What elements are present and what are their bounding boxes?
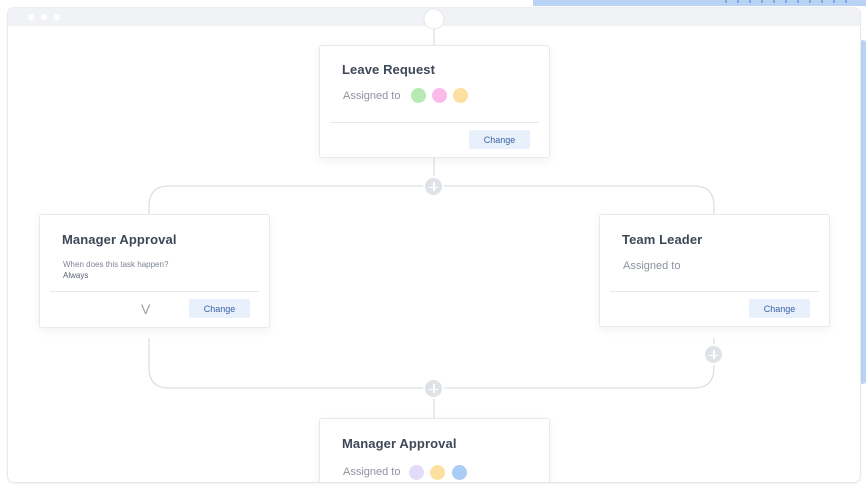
condition-question: When does this task happen? (63, 260, 169, 269)
card-title: Leave Request (342, 62, 436, 77)
app-window: Leave Request Assigned to Change Manager… (8, 8, 860, 482)
assigned-label: Assigned to (343, 466, 401, 478)
top-accent-dots (722, 0, 866, 4)
card-divider (610, 291, 819, 292)
team-leader-card[interactable]: Team Leader Assigned to Change (599, 214, 830, 327)
card-title: Team Leader (622, 232, 703, 247)
scrollbar[interactable] (860, 40, 866, 384)
card-divider (50, 291, 259, 292)
avatar (430, 465, 445, 480)
card-title: Manager Approval (342, 436, 457, 451)
avatar (411, 88, 426, 103)
top-partial-plus-icon (423, 8, 445, 30)
avatar (453, 88, 468, 103)
assigned-label: Assigned to (343, 90, 401, 102)
change-button[interactable]: Change (749, 299, 810, 318)
card-title: Manager Approval (62, 232, 177, 247)
condition-answer: Always (63, 271, 89, 280)
assigned-label: Assigned to (623, 260, 681, 272)
add-step-plus-icon[interactable] (703, 344, 724, 365)
change-button[interactable]: Change (189, 299, 250, 318)
add-step-plus-icon[interactable] (423, 176, 444, 197)
chevron-down-icon[interactable]: V (141, 301, 150, 317)
card-divider (330, 122, 539, 123)
avatar (409, 465, 424, 480)
manager-approval-card[interactable]: Manager Approval Assigned to (319, 418, 550, 482)
avatar (432, 88, 447, 103)
change-button[interactable]: Change (469, 130, 530, 149)
manager-approval-card[interactable]: Manager Approval When does this task hap… (39, 214, 270, 328)
add-step-plus-icon[interactable] (423, 378, 444, 399)
leave-request-card[interactable]: Leave Request Assigned to Change (319, 45, 550, 158)
avatar (452, 465, 467, 480)
